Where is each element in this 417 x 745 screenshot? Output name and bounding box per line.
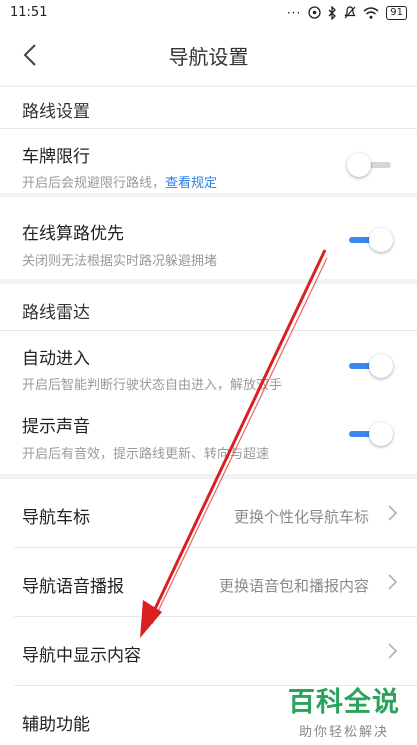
online-priority-section: 在线算路优先 关闭则无法根据实时路况躲避拥堵 [0, 197, 417, 279]
back-button[interactable] [14, 39, 46, 71]
list-item-value: 更换语音包和播报内容 [218, 577, 369, 595]
divider [0, 128, 417, 129]
list-item-title: 导航语音播报 [22, 577, 124, 597]
bluetooth-icon [328, 5, 337, 20]
sound-toggle[interactable] [347, 422, 393, 446]
chevron-right-icon [388, 505, 398, 521]
notification-dots-icon: ··· [286, 5, 302, 20]
watermark-logo: 百科全说 助你轻松解决 [288, 680, 400, 740]
list-item-nav-car-icon[interactable]: 导航车标 更换个性化导航车标 [0, 479, 417, 547]
plate-limit-toggle[interactable] [347, 153, 393, 177]
divider [0, 330, 417, 331]
wifi-icon [363, 6, 379, 19]
list-item-title: 辅助功能 [22, 715, 90, 735]
auto-enter-subtitle: 开启后智能判断行驶状态自由进入，解放双手 [22, 378, 283, 393]
watermark-sub-text: 助你轻松解决 [298, 725, 389, 740]
toggle-knob [369, 354, 393, 378]
list-item-value: 更换个性化导航车标 [233, 508, 369, 526]
mute-icon [344, 6, 356, 19]
toggle-knob [369, 422, 393, 446]
sound-subtitle: 开启后有音效，提示路线更新、转向与超速 [22, 447, 270, 462]
chevron-right-icon [388, 574, 398, 590]
list-item-nav-display-content[interactable]: 导航中显示内容 [0, 617, 417, 685]
chevron-right-icon [388, 643, 398, 659]
plate-limit-subtitle: 开启后会规避限行路线，查看规定 [22, 176, 218, 191]
toggle-knob [369, 228, 393, 252]
online-priority-title: 在线算路优先 [22, 224, 124, 244]
group-label-route-radar: 路线雷达 [22, 303, 90, 323]
chevron-left-icon [23, 44, 36, 66]
plate-limit-title: 车牌限行 [22, 147, 90, 167]
auto-enter-title: 自动进入 [22, 349, 90, 369]
group-label-route-settings: 路线设置 [22, 102, 90, 122]
hotspot-icon [308, 6, 321, 19]
watermark-main-text: 百科全说 [288, 687, 400, 718]
status-time: 11:51 [10, 5, 48, 20]
route-settings-section: 路线设置 车牌限行 开启后会规避限行路线，查看规定 [0, 87, 417, 193]
page-title: 导航设置 [168, 44, 249, 69]
battery-icon: 91 [386, 5, 407, 20]
route-radar-section: 路线雷达 自动进入 开启后智能判断行驶状态自由进入，解放双手 提示声音 开启后有… [0, 284, 417, 474]
list-item-title: 导航车标 [22, 508, 90, 528]
status-icons: ··· 91 [286, 5, 407, 20]
view-rules-link[interactable]: 查看规定 [165, 176, 217, 191]
top-bar: 导航设置 [0, 25, 417, 85]
auto-enter-toggle[interactable] [347, 354, 393, 378]
sound-title: 提示声音 [22, 417, 90, 437]
list-item-nav-voice[interactable]: 导航语音播报 更换语音包和播报内容 [0, 548, 417, 616]
toggle-knob [347, 153, 371, 177]
list-item-title: 导航中显示内容 [22, 646, 141, 666]
status-bar: 11:51 ··· 91 [0, 0, 417, 25]
online-priority-subtitle: 关闭则无法根据实时路况躲避拥堵 [22, 254, 218, 269]
online-priority-toggle[interactable] [347, 228, 393, 252]
